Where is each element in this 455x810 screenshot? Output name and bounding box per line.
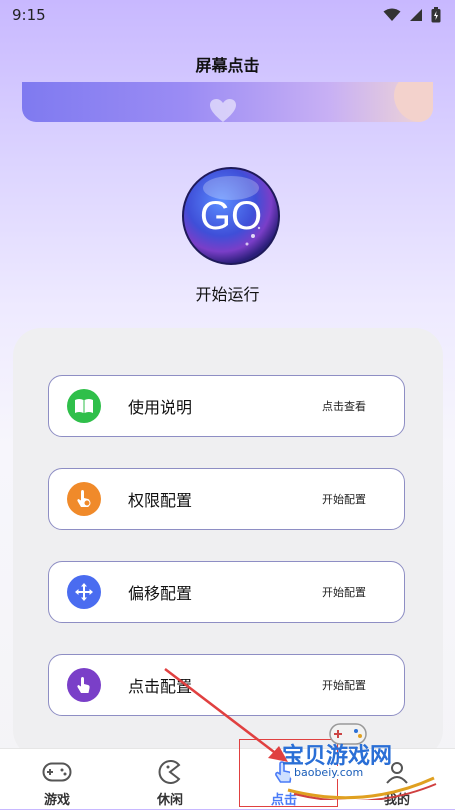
watermark-swoosh-icon (287, 776, 437, 800)
nav-label: 休闲 (156, 793, 183, 808)
menu-item-action[interactable]: 开始配置 (322, 677, 366, 693)
menu-item-action[interactable]: 点击查看 (322, 398, 366, 414)
move-arrows-icon (67, 575, 101, 609)
page-title: 屏幕点击 (195, 56, 260, 75)
menu-item-label: 权限配置 (128, 491, 193, 510)
heart-icon (210, 99, 236, 122)
gamepad-icon (42, 759, 72, 785)
menu-item-usage-guide[interactable]: 使用说明 点击查看 (48, 375, 405, 437)
banner-hand-image (394, 82, 433, 122)
watermark: 宝贝游戏网 baobeiy.com (274, 716, 454, 806)
go-button[interactable]: GO (181, 166, 281, 266)
menu-item-label: 使用说明 (128, 398, 193, 417)
wifi-icon (383, 8, 401, 21)
promo-banner[interactable] (22, 82, 433, 122)
book-icon (67, 389, 101, 423)
menu-item-action[interactable]: 开始配置 (322, 491, 366, 507)
start-run-label: 开始运行 (195, 285, 260, 304)
nav-label: 游戏 (43, 793, 70, 808)
touch-shield-icon (67, 482, 101, 516)
menu-item-label: 偏移配置 (128, 584, 193, 603)
go-label: GO (199, 193, 263, 238)
menu-item-permission-config[interactable]: 权限配置 开始配置 (48, 468, 405, 530)
pacman-icon (157, 759, 183, 785)
status-icons (383, 7, 441, 23)
menu-item-label: 点击配置 (128, 677, 193, 696)
menu-item-action[interactable]: 开始配置 (322, 584, 366, 600)
hand-tap-icon (67, 668, 101, 702)
menu-item-offset-config[interactable]: 偏移配置 开始配置 (48, 561, 405, 623)
signal-icon (410, 9, 422, 21)
nav-tab-games[interactable]: 游戏 (12, 749, 102, 810)
status-time: 9:15 (12, 6, 46, 24)
menu-item-click-config[interactable]: 点击配置 开始配置 (48, 654, 405, 716)
status-bar: 9:15 (0, 0, 455, 30)
battery-icon (431, 7, 441, 23)
nav-tab-casual[interactable]: 休闲 (125, 749, 215, 810)
